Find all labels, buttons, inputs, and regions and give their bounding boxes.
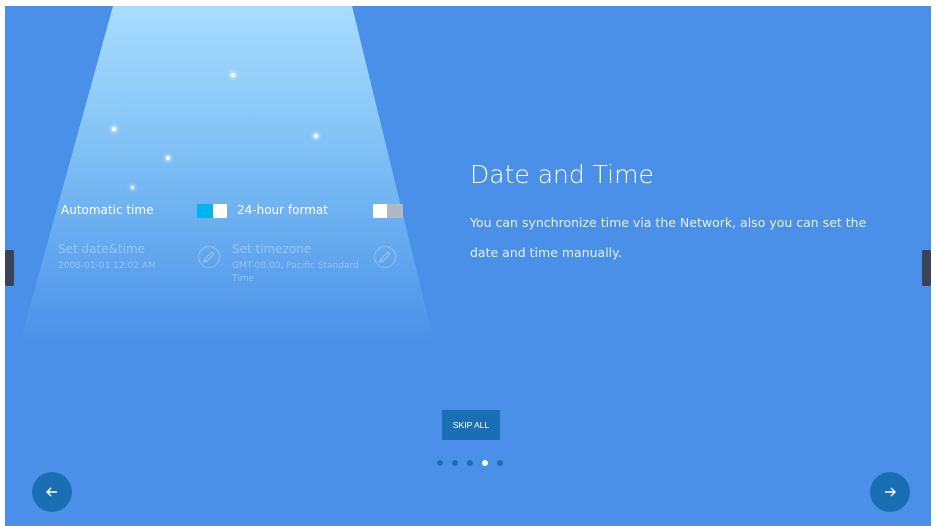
pencil-icon[interactable] [198, 246, 220, 268]
hour-format-label: 24-hour format [237, 203, 328, 217]
set-date-time-value: 2008-01-01 12:02 AM [58, 261, 156, 271]
star [131, 186, 134, 189]
page-description: You can synchronize time via the Network… [470, 215, 867, 260]
star [166, 156, 170, 160]
page-dot[interactable] [437, 460, 443, 466]
toggle-knob [373, 204, 387, 218]
pencil-icon[interactable] [374, 246, 396, 268]
page-dot-active[interactable] [482, 460, 488, 466]
page-dot[interactable] [497, 460, 503, 466]
page-title: Date and Time [470, 160, 654, 189]
page-dot[interactable] [452, 460, 458, 466]
automatic-time-label: Automatic time [61, 203, 154, 217]
star [231, 73, 235, 77]
star [314, 134, 318, 138]
setup-wizard-screen: Automatic time 24-hour format Set date&t… [5, 6, 931, 526]
previous-button[interactable] [32, 472, 72, 512]
set-timezone-value: GMT-08:00, Pacific Standard Time [232, 261, 359, 284]
page-dot[interactable] [467, 460, 473, 466]
toggle-knob [213, 204, 227, 218]
star [112, 127, 116, 131]
left-side-tab[interactable] [5, 250, 14, 286]
right-side-tab[interactable] [922, 250, 931, 286]
spotlight-beam [19, 6, 435, 346]
toggle-track [197, 204, 213, 218]
arrow-left-icon [46, 487, 57, 497]
set-date-time-label: Set date&time [58, 242, 146, 256]
skip-all-button[interactable]: SKIP ALL [442, 410, 500, 440]
hour-format-toggle[interactable] [373, 204, 403, 218]
toggle-track [387, 204, 403, 218]
arrow-right-icon [885, 487, 896, 497]
pagination-dots [437, 460, 503, 466]
automatic-time-toggle[interactable] [197, 204, 227, 218]
next-button[interactable] [870, 472, 910, 512]
set-timezone-label: Set timezone [232, 242, 312, 256]
